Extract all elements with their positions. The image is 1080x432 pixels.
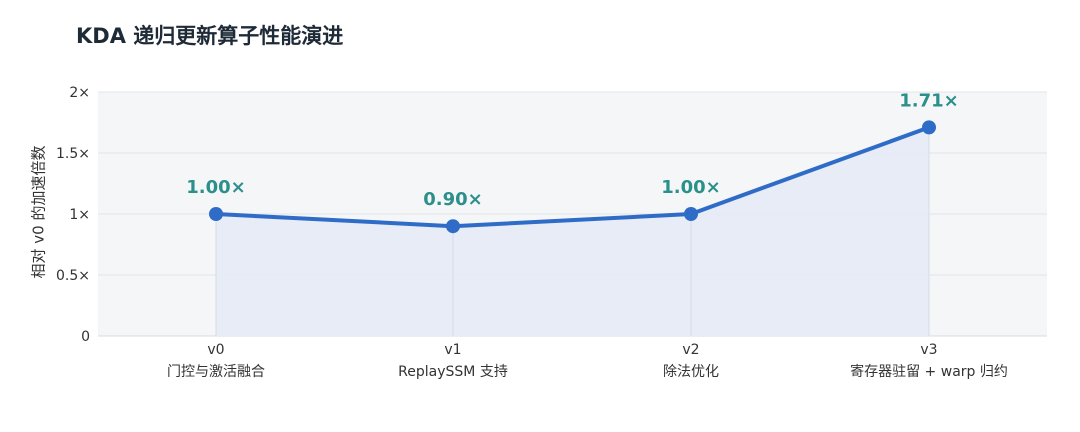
chart-container: KDA 递归更新算子性能演进 相对 v0 的加速倍数 0 0.5× 1× 1.5× 2×… xyxy=(0,0,1080,432)
y-tick-label: 0 xyxy=(81,329,90,345)
data-point-v2 xyxy=(684,207,698,221)
x-tick-description: ReplaySSM 支持 xyxy=(398,364,508,380)
y-tick-label: 1× xyxy=(69,207,90,223)
x-tick-version: v2 xyxy=(682,342,699,358)
x-tick-description: 门控与激活融合 xyxy=(167,363,265,380)
data-point-v1 xyxy=(446,219,460,234)
y-tick-label: 1.5× xyxy=(56,146,90,162)
data-label-v3: 1.71× xyxy=(899,90,959,111)
x-tick-version: v1 xyxy=(444,342,461,358)
data-label-v2: 1.00× xyxy=(661,177,721,198)
line-chart: 0 0.5× 1× 1.5× 2× 1.00× v0 门控与激活融合 0.90× v1 Replay… xyxy=(56,85,1047,380)
x-tick-version: v3 xyxy=(920,342,937,358)
data-point-v0 xyxy=(209,207,223,221)
data-label-v1: 0.90× xyxy=(423,189,483,210)
y-tick-label: 2× xyxy=(69,85,90,101)
x-tick-description: 除法优化 xyxy=(663,364,719,380)
y-tick-label: 0.5× xyxy=(56,268,90,284)
x-tick-version: v0 xyxy=(207,342,224,358)
data-label-v0: 1.00× xyxy=(186,177,246,198)
data-point-v3 xyxy=(922,120,936,135)
x-tick-description: 寄存器驻留 + warp 归约 xyxy=(850,363,1008,380)
